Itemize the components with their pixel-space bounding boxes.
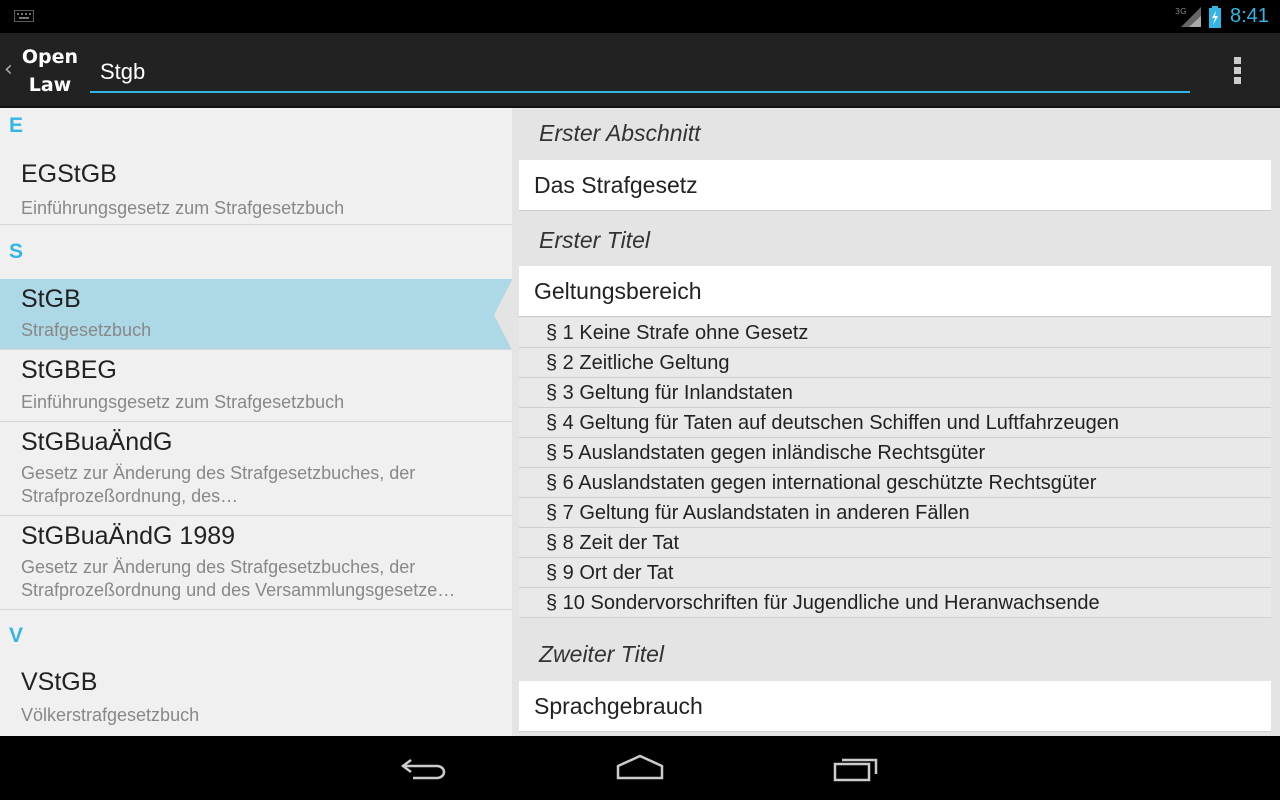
list-item-subtitle-line1: Gesetz zur Änderung des Strafgesetzbuche…: [21, 463, 416, 483]
app-logo[interactable]: Open Law: [20, 43, 80, 99]
toc-paragraph[interactable]: § 4 Geltung für Taten auf deutschen Schi…: [519, 408, 1271, 438]
toc-title-label: Erster Titel: [539, 227, 650, 253]
selection-indicator: [494, 280, 512, 350]
list-item-subtitle: Einführungsgesetz zum Strafgesetzbuch: [21, 198, 345, 218]
battery-icon: [1209, 6, 1221, 28]
home-icon[interactable]: [615, 752, 665, 784]
toc-paragraph-text: § 8 Zeit der Tat: [546, 532, 680, 554]
toc-title-heading-text: Geltungsbereich: [534, 278, 702, 304]
recent-apps-icon[interactable]: [832, 752, 882, 784]
toc-paragraph[interactable]: § 8 Zeit der Tat: [519, 528, 1271, 558]
signal-icon: 3G: [1175, 7, 1201, 27]
status-bar: 3G 8:41: [0, 0, 1280, 33]
list-item-title: StGBuaÄndG: [21, 428, 173, 456]
toc-paragraph[interactable]: § 9 Ort der Tat: [519, 558, 1271, 588]
search-field[interactable]: [90, 51, 1190, 93]
toc-section-label: Erster Abschnitt: [539, 120, 701, 146]
navigation-bar: [0, 736, 1280, 800]
toc-paragraph[interactable]: § 1 Keine Strafe ohne Gesetz: [519, 318, 1271, 348]
toc-section-title-text: Das Strafgesetz: [534, 172, 698, 198]
list-item-subtitle: Strafgesetzbuch: [21, 320, 152, 340]
list-item-title: VStGB: [21, 668, 98, 696]
list-item-title: StGBuaÄndG 1989: [21, 522, 236, 550]
list-item-stgbeg[interactable]: StGBEG Einführungsgesetz zum Strafgesetz…: [0, 350, 512, 422]
section-header-e: E: [9, 114, 24, 137]
list-item-egstgb[interactable]: EGStGB Einführungsgesetz zum Strafgesetz…: [0, 150, 512, 225]
list-item-subtitle: Völkerstrafgesetzbuch: [21, 705, 200, 725]
toc-pane[interactable]: Erster Abschnitt Das Strafgesetz Erster …: [512, 108, 1280, 736]
toc-paragraph-text: § 4 Geltung für Taten auf deutschen Schi…: [546, 412, 1120, 434]
back-icon[interactable]: [399, 752, 449, 784]
toc-paragraph-text: § 5 Auslandstaten gegen inländische Rech…: [546, 442, 986, 464]
logo-line1: Open: [21, 46, 79, 68]
logo-line2: Law: [28, 74, 72, 96]
toc-paragraph-text: § 1 Keine Strafe ohne Gesetz: [546, 322, 809, 344]
overflow-menu-icon[interactable]: [1226, 55, 1250, 87]
list-item-stgb[interactable]: StGB Strafgesetzbuch: [0, 279, 512, 350]
law-list[interactable]: E EGStGB Einführungsgesetz zum Strafgese…: [0, 108, 512, 736]
list-item-subtitle: Einführungsgesetz zum Strafgesetzbuch: [21, 392, 345, 412]
toc-paragraph[interactable]: § 2 Zeitliche Geltung: [519, 348, 1271, 378]
toc-paragraph[interactable]: § 3 Geltung für Inlandstaten: [519, 378, 1271, 408]
toc-paragraph[interactable]: § 5 Auslandstaten gegen inländische Rech…: [519, 438, 1271, 468]
list-item-subtitle-line1: Gesetz zur Änderung des Strafgesetzbuche…: [21, 557, 416, 577]
toc-title-heading[interactable]: Sprachgebrauch: [519, 681, 1271, 732]
toc-section-title[interactable]: Das Strafgesetz: [519, 160, 1271, 211]
toc-paragraph-text: § 3 Geltung für Inlandstaten: [546, 382, 793, 404]
toc-paragraph-text: § 7 Geltung für Auslandstaten in anderen…: [546, 502, 970, 524]
toc-title-heading[interactable]: Geltungsbereich: [519, 266, 1271, 317]
search-input[interactable]: [100, 55, 1180, 89]
list-item-stgbuaaendg[interactable]: StGBuaÄndG Gesetz zur Änderung des Straf…: [0, 422, 512, 516]
toc-paragraph-text: § 9 Ort der Tat: [546, 562, 674, 584]
list-item-title: EGStGB: [21, 160, 117, 188]
clock: 8:41: [1230, 5, 1269, 27]
toc-paragraph[interactable]: § 7 Geltung für Auslandstaten in anderen…: [519, 498, 1271, 528]
section-header-v: V: [9, 624, 24, 647]
list-item-subtitle-line2: Strafprozeßordnung und des Versammlungsg…: [21, 580, 456, 600]
action-bar: ‹ Open Law: [0, 33, 1280, 108]
keyboard-icon: [14, 10, 34, 22]
list-item-title: StGB: [21, 285, 81, 313]
toc-paragraph-text: § 10 Sondervorschriften für Jugendliche …: [546, 592, 1100, 614]
toc-paragraph[interactable]: § 10 Sondervorschriften für Jugendliche …: [519, 588, 1271, 618]
toc-paragraph-text: § 2 Zeitliche Geltung: [546, 352, 730, 374]
svg-text:3G: 3G: [1175, 7, 1186, 16]
list-item-stgbuaaendg-1989[interactable]: StGBuaÄndG 1989 Gesetz zur Änderung des …: [0, 516, 512, 610]
up-chevron-icon[interactable]: ‹: [4, 57, 16, 83]
list-item-title: StGBEG: [21, 356, 117, 384]
list-item-vstgb[interactable]: VStGB Völkerstrafgesetzbuch: [0, 662, 512, 736]
toc-paragraph-text: § 6 Auslandstaten gegen international ge…: [546, 472, 1097, 494]
toc-title-label: Zweiter Titel: [539, 641, 665, 667]
list-item-subtitle-line2: Strafprozeßordnung, des…: [21, 486, 239, 506]
section-header-s: S: [9, 240, 24, 263]
toc-title-heading-text: Sprachgebrauch: [534, 693, 703, 719]
toc-paragraph[interactable]: § 6 Auslandstaten gegen international ge…: [519, 468, 1271, 498]
